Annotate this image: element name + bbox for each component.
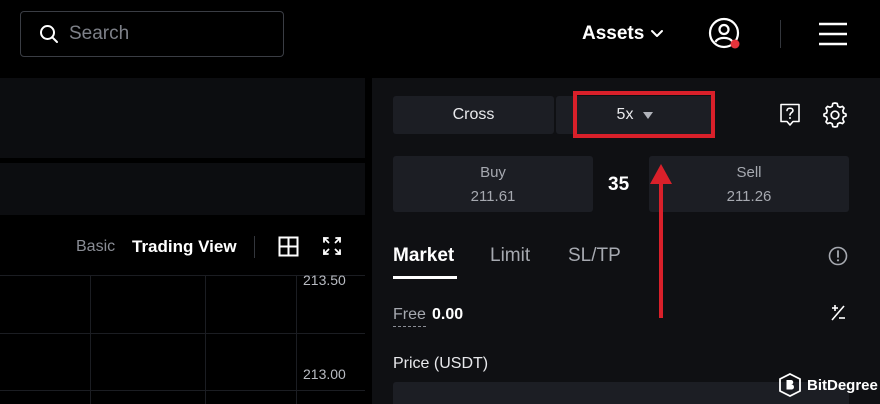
buy-label: Buy — [480, 164, 506, 181]
chart-header-panel — [0, 78, 365, 158]
search-input[interactable]: Search — [69, 23, 129, 45]
view-trading-view-tab[interactable]: Trading View — [132, 237, 237, 257]
free-balance-label: Free — [393, 306, 426, 327]
price-axis-tick: 213.50 — [303, 272, 346, 288]
view-basic-tab[interactable]: Basic — [76, 238, 115, 256]
chart-gridline — [296, 275, 297, 404]
help-icon[interactable] — [779, 103, 801, 127]
sell-price: 211.26 — [726, 188, 772, 205]
chart-gridline — [205, 275, 206, 404]
watermark: BitDegree — [779, 373, 878, 397]
tab-sl-tp[interactable]: SL/TP — [568, 245, 621, 267]
assets-menu[interactable]: Assets — [582, 20, 664, 48]
sell-label: Sell — [736, 164, 762, 181]
fullscreen-icon[interactable] — [322, 236, 342, 256]
grid-layout-icon[interactable] — [278, 236, 299, 257]
search-icon — [40, 25, 58, 43]
margin-mode-label: Cross — [452, 106, 495, 123]
active-tab-indicator — [393, 276, 457, 279]
hamburger-menu-icon[interactable] — [818, 21, 848, 47]
percent-icon[interactable] — [829, 304, 847, 322]
chart-gridline — [90, 275, 91, 404]
watermark-text: BitDegree — [807, 376, 878, 394]
free-balance-value: 0.00 — [432, 306, 464, 323]
buy-button[interactable]: Buy 211.61 — [393, 156, 593, 212]
highlight-box — [573, 91, 715, 138]
info-icon[interactable] — [828, 246, 848, 266]
chart-toolbar-divider — [254, 236, 255, 258]
tab-market[interactable]: Market — [393, 245, 454, 267]
chart-info-strip — [0, 163, 365, 215]
assets-label: Assets — [582, 23, 645, 44]
user-avatar-icon[interactable] — [707, 16, 743, 52]
header-divider — [780, 20, 781, 48]
sell-button[interactable]: Sell 211.26 — [649, 156, 849, 212]
chart-gridline — [0, 333, 365, 334]
search-box[interactable]: Search — [20, 11, 284, 57]
gear-icon[interactable] — [822, 102, 848, 128]
price-field-label: Price (USDT) — [393, 355, 489, 372]
spread-value: 35 — [608, 174, 630, 195]
chart-gridline — [0, 390, 365, 391]
buy-price: 211.61 — [470, 188, 516, 205]
margin-mode-button[interactable]: Cross — [393, 96, 554, 134]
top-bar: Search Assets — [0, 0, 880, 78]
bitdegree-logo-icon — [779, 373, 801, 397]
annotation-arrow — [650, 164, 672, 318]
price-axis-tick: 213.00 — [303, 366, 346, 382]
chevron-down-icon — [651, 30, 664, 37]
tab-limit[interactable]: Limit — [490, 245, 530, 267]
